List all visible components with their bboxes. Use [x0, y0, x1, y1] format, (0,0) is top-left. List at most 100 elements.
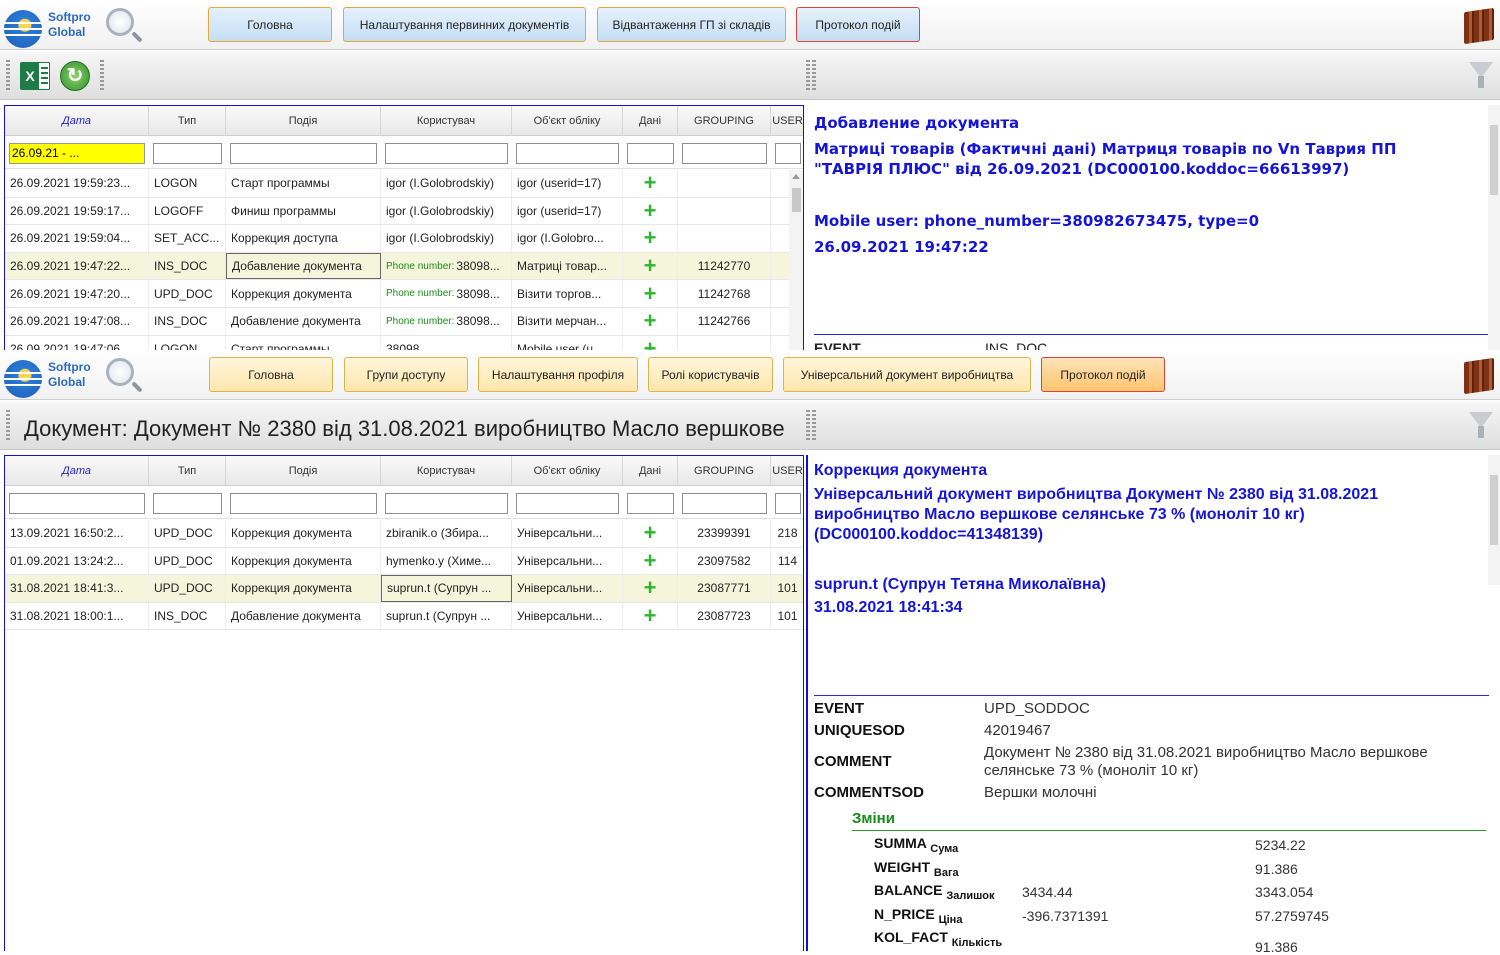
col-event[interactable]: Подія [226, 456, 381, 486]
splitter-grip[interactable] [812, 60, 816, 92]
nav-home-button[interactable]: Головна [209, 357, 333, 392]
col-user[interactable]: Користувач [381, 456, 512, 486]
col-data[interactable]: Дані [623, 456, 678, 486]
nav-shipment-button[interactable]: Відвантаження ГП зі складів [597, 7, 786, 42]
nav-user-roles-button[interactable]: Ролі користувачів [648, 357, 773, 392]
table-cell: Матриці товар... [512, 252, 623, 280]
filter-date-input[interactable] [9, 492, 145, 514]
splitter-grip[interactable] [806, 60, 810, 92]
plus-icon[interactable]: + [644, 549, 657, 571]
col-object[interactable]: Об'єкт обліку [512, 456, 623, 486]
brand-line2: Global [48, 375, 86, 389]
col-data[interactable]: Дані [623, 106, 678, 136]
col-user-short[interactable]: USER [771, 456, 803, 486]
refresh-icon[interactable] [60, 61, 90, 91]
nav-access-groups-button[interactable]: Групи доступу [344, 357, 468, 392]
excel-export-icon[interactable] [20, 62, 50, 90]
nav-primary-docs-settings-button[interactable]: Налаштування первинних документів [343, 7, 586, 42]
splitter-grip[interactable] [812, 410, 816, 442]
detail-scrollbar[interactable] [1488, 455, 1500, 585]
col-date[interactable]: Дата [5, 106, 149, 136]
col-user[interactable]: Користувач [381, 106, 512, 136]
table-row[interactable]: 26.09.2021 19:59:04... SET_ACC... Коррекци… [5, 225, 803, 253]
nav-profile-settings-button[interactable]: Налаштування профіля [478, 357, 638, 392]
detail-scrollbar[interactable] [1488, 105, 1500, 350]
grid-scrollbar[interactable] [789, 170, 803, 350]
table-cell: UPD_DOC [149, 575, 226, 602]
col-user-short[interactable]: USER [771, 106, 803, 136]
filter-object-input[interactable] [516, 492, 619, 514]
plus-icon[interactable]: + [644, 227, 657, 249]
table-row[interactable]: 26.09.2021 19:47:20... UPD_DOC Коррекция д… [5, 280, 803, 308]
toolbar-grip[interactable] [6, 60, 10, 92]
nav-production-doc-button[interactable]: Універсальний документ виробництва [783, 357, 1031, 392]
filter-event-input[interactable] [230, 492, 377, 514]
col-type[interactable]: Тип [149, 106, 226, 136]
change-old-value: -396.7371391 [1022, 908, 1109, 924]
table-cell: 23097582 [678, 547, 771, 575]
nav-event-log-button[interactable]: Протокол подій [1041, 357, 1165, 392]
filter-data-input[interactable] [627, 492, 674, 514]
filter-user-short-input[interactable] [775, 492, 801, 514]
table-row[interactable]: 31.08.2021 18:00:1... INS_DOC Добавление д… [5, 602, 803, 631]
table-row[interactable]: 26.09.2021 19:59:17... LOGOFF Финиш програ… [5, 197, 803, 226]
col-grouping[interactable]: GROUPING [678, 106, 771, 136]
filter-date-input[interactable] [9, 142, 145, 164]
filter-clear-icon[interactable] [1466, 410, 1496, 444]
table-cell: 26.09.2021 19:47:22... [5, 252, 149, 280]
plus-icon[interactable]: + [644, 522, 657, 544]
col-event[interactable]: Подія [226, 106, 381, 136]
books-icon[interactable] [1464, 7, 1494, 45]
table-row[interactable]: 26.09.2021 19:59:23... LOGON Старт програм… [5, 170, 803, 198]
table-row[interactable]: 13.09.2021 16:50:2... UPD_DOC Коррекция до… [5, 520, 803, 548]
scroll-thumb[interactable] [1490, 475, 1498, 545]
filter-type-input[interactable] [153, 142, 222, 164]
plus-icon[interactable]: + [644, 337, 657, 350]
table-row[interactable]: 26.09.2021 19:47:08... INS_DOC Добавление … [5, 307, 803, 336]
search-icon[interactable] [106, 358, 134, 386]
plus-icon[interactable]: + [644, 605, 657, 627]
filter-clear-icon[interactable] [1466, 60, 1496, 94]
filter-grouping-input[interactable] [682, 142, 767, 164]
scroll-thumb[interactable] [792, 188, 801, 212]
filter-object-input[interactable] [516, 142, 619, 164]
plus-icon[interactable]: + [644, 282, 657, 304]
scroll-thumb[interactable] [1490, 125, 1498, 195]
phone-label: Phone number: [386, 260, 455, 272]
splitter-grip[interactable] [806, 410, 810, 442]
nav-home-button[interactable]: Головна [208, 7, 332, 42]
globe-icon [4, 10, 42, 48]
plus-icon[interactable]: + [644, 310, 657, 332]
col-object[interactable]: Об'єкт обліку [512, 106, 623, 136]
filter-grouping-input[interactable] [682, 492, 767, 514]
change-field-name: BALANCE Залишок [874, 882, 995, 902]
toolbar-grip[interactable] [6, 410, 10, 442]
filter-user-input[interactable] [385, 492, 508, 514]
filter-type-input[interactable] [153, 492, 222, 514]
filter-event-input[interactable] [230, 142, 377, 164]
col-grouping[interactable]: GROUPING [678, 456, 771, 486]
softpro-logo[interactable]: Softpro Global [4, 356, 144, 398]
plus-icon[interactable]: + [644, 577, 657, 599]
table-row[interactable]: 26.09.2021 19:47:06... LOGON Старт програм… [5, 335, 803, 350]
table-cell: Добавление документа [226, 252, 381, 280]
filter-data-input[interactable] [627, 142, 674, 164]
books-icon[interactable] [1464, 357, 1494, 395]
filter-user-input[interactable] [385, 142, 508, 164]
table-cell: igor (I.Golobro... [512, 225, 623, 252]
toolbar-grip[interactable] [100, 60, 104, 92]
softpro-logo[interactable]: Softpro Global [4, 6, 144, 48]
table-row[interactable]: 01.09.2021 13:24:2... UPD_DOC Коррекция до… [5, 547, 803, 576]
plus-icon[interactable]: + [644, 255, 657, 277]
table-row[interactable]: 31.08.2021 18:41:3... UPD_DOC Коррекция до… [5, 575, 803, 603]
plus-icon[interactable]: + [644, 172, 657, 194]
plus-icon[interactable]: + [644, 199, 657, 221]
table-row[interactable]: 26.09.2021 19:47:22... INS_DOC Добавление … [5, 252, 803, 281]
search-icon[interactable] [106, 8, 134, 36]
col-date[interactable]: Дата [5, 456, 149, 486]
nav-event-log-button[interactable]: Протокол подій [796, 7, 920, 42]
col-type[interactable]: Тип [149, 456, 226, 486]
scroll-up-icon[interactable] [792, 174, 800, 179]
grid-rows: 26.09.2021 19:59:23... LOGON Старт програм… [5, 170, 803, 350]
filter-user-short-input[interactable] [775, 142, 801, 164]
